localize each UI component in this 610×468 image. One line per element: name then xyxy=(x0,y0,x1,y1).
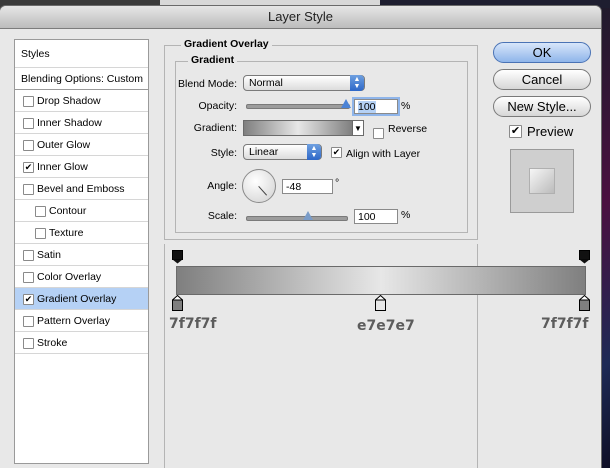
checkbox[interactable] xyxy=(35,206,46,217)
reverse-checkbox[interactable] xyxy=(373,128,384,139)
blend-mode-label: Blend Mode: xyxy=(178,78,237,90)
sidebar-item-label: Stroke xyxy=(37,337,68,349)
opacity-value: 100 xyxy=(358,101,376,113)
opacity-slider-thumb[interactable] xyxy=(341,99,351,108)
window-title: Layer Style xyxy=(267,9,334,24)
angle-value: -48 xyxy=(286,181,302,193)
scale-unit: % xyxy=(401,209,411,221)
style-label: Style: xyxy=(210,147,237,159)
preview-label: Preview xyxy=(527,124,574,139)
sidebar-item-satin[interactable]: Satin xyxy=(15,244,148,266)
scale-input[interactable]: 100 xyxy=(354,209,398,224)
new-style-button-label: New Style... xyxy=(507,99,577,114)
gradient-picker-swatch[interactable] xyxy=(243,120,353,136)
sidebar-item-inner-glow[interactable]: ✔ Inner Glow xyxy=(15,156,148,178)
angle-label: Angle: xyxy=(207,180,237,192)
angle-input[interactable]: -48 xyxy=(282,179,333,194)
checkbox[interactable] xyxy=(23,118,34,129)
sidebar-item-label: Bevel and Emboss xyxy=(37,183,125,195)
checkbox[interactable] xyxy=(23,184,34,195)
align-with-layer-checkbox[interactable]: ✔ xyxy=(331,147,342,158)
checkbox-checked[interactable]: ✔ xyxy=(23,162,34,173)
scale-slider-thumb[interactable] xyxy=(303,211,313,220)
sidebar-item-label: Outer Glow xyxy=(37,139,91,151)
checkbox[interactable] xyxy=(23,96,34,107)
color-stop-hex-middle: e7e7e7 xyxy=(357,318,415,334)
opacity-stop-left[interactable] xyxy=(172,250,183,267)
preview-checkbox[interactable]: ✔ xyxy=(509,125,522,138)
scale-label: Scale: xyxy=(207,210,237,222)
opacity-stop-right[interactable] xyxy=(579,250,590,267)
color-stop-hex-right: 7f7f7f xyxy=(541,316,589,332)
sidebar-item-drop-shadow[interactable]: Drop Shadow xyxy=(15,90,148,112)
sidebar-item-stroke[interactable]: Stroke xyxy=(15,332,148,354)
sidebar-styles[interactable]: Styles xyxy=(15,40,148,68)
sidebar-item-label: Drop Shadow xyxy=(37,95,101,107)
align-with-layer-label: Align with Layer xyxy=(346,148,421,160)
sidebar-item-pattern-overlay[interactable]: Pattern Overlay xyxy=(15,310,148,332)
preview-swatch xyxy=(529,168,555,194)
sidebar-item-label: Texture xyxy=(49,227,84,239)
sidebar-styles-label: Styles xyxy=(21,48,50,60)
ok-button[interactable]: OK xyxy=(493,42,591,63)
checkbox[interactable] xyxy=(35,228,46,239)
sidebar-item-label: Contour xyxy=(49,205,87,217)
checkbox[interactable] xyxy=(23,316,34,327)
new-style-button[interactable]: New Style... xyxy=(493,96,591,117)
subgroup-title: Gradient xyxy=(188,54,238,66)
color-stop-hex-left: 7f7f7f xyxy=(169,316,217,332)
sidebar-item-color-overlay[interactable]: Color Overlay xyxy=(15,266,148,288)
sidebar-item-label: Pattern Overlay xyxy=(37,315,110,327)
sidebar-item-label: Gradient Overlay xyxy=(37,293,117,305)
sidebar-item-bevel-emboss[interactable]: Bevel and Emboss xyxy=(15,178,148,200)
checkbox-checked[interactable]: ✔ xyxy=(23,294,34,305)
angle-dial[interactable] xyxy=(242,169,276,203)
checkbox[interactable] xyxy=(23,272,34,283)
sidebar-item-outer-glow[interactable]: Outer Glow xyxy=(15,134,148,156)
checkbox[interactable] xyxy=(23,140,34,151)
styles-list: Styles Blending Options: Custom Drop Sha… xyxy=(14,39,149,464)
opacity-input[interactable]: 100 xyxy=(354,99,398,114)
style-value: Linear xyxy=(249,146,279,158)
sidebar-item-inner-shadow[interactable]: Inner Shadow xyxy=(15,112,148,134)
checkbox[interactable] xyxy=(23,250,34,261)
gradient-dropdown-arrow-icon[interactable]: ▼ xyxy=(353,120,364,136)
ok-button-label: OK xyxy=(532,45,552,60)
blend-mode-value: Normal xyxy=(249,77,283,89)
sidebar-item-gradient-overlay[interactable]: ✔ Gradient Overlay xyxy=(15,288,148,310)
color-stop-left[interactable] xyxy=(171,294,184,314)
sidebar-blending-options[interactable]: Blending Options: Custom xyxy=(15,68,148,90)
scale-slider[interactable] xyxy=(246,216,348,221)
sidebar-item-label: Inner Glow xyxy=(37,161,88,173)
color-stop-right[interactable] xyxy=(578,294,591,314)
sidebar-item-label: Satin xyxy=(37,249,61,261)
gradient-bar[interactable] xyxy=(176,266,586,295)
reverse-label: Reverse xyxy=(388,123,428,135)
opacity-unit: % xyxy=(401,100,411,112)
gradient-label: Gradient: xyxy=(193,122,237,134)
opacity-label: Opacity: xyxy=(198,100,237,112)
style-select[interactable]: Linear ▲ ▼ xyxy=(243,144,322,160)
cancel-button[interactable]: Cancel xyxy=(493,69,591,90)
angle-unit: ° xyxy=(335,177,340,189)
sidebar-item-label: Inner Shadow xyxy=(37,117,102,129)
checkbox[interactable] xyxy=(23,338,34,349)
blend-mode-select[interactable]: Normal ▲ ▼ xyxy=(243,75,365,91)
title-bar[interactable]: Layer Style xyxy=(0,6,601,29)
updown-arrows-icon: ▲ ▼ xyxy=(307,144,321,160)
angle-dial-needle xyxy=(258,186,268,196)
updown-arrows-icon: ▲ ▼ xyxy=(350,75,364,91)
cancel-button-label: Cancel xyxy=(521,72,563,87)
sidebar-item-texture[interactable]: Texture xyxy=(15,222,148,244)
layer-style-dialog: Layer Style Styles Blending Options: Cus… xyxy=(0,6,601,468)
color-stop-middle[interactable] xyxy=(374,294,387,314)
sidebar-item-contour[interactable]: Contour xyxy=(15,200,148,222)
opacity-slider[interactable] xyxy=(246,104,350,109)
scale-value: 100 xyxy=(358,211,376,223)
sidebar-item-label: Color Overlay xyxy=(37,271,102,283)
group-title: Gradient Overlay xyxy=(181,38,272,50)
sidebar-blending-label: Blending Options: Custom xyxy=(21,73,143,85)
style-preview-thumbnail xyxy=(510,149,574,213)
